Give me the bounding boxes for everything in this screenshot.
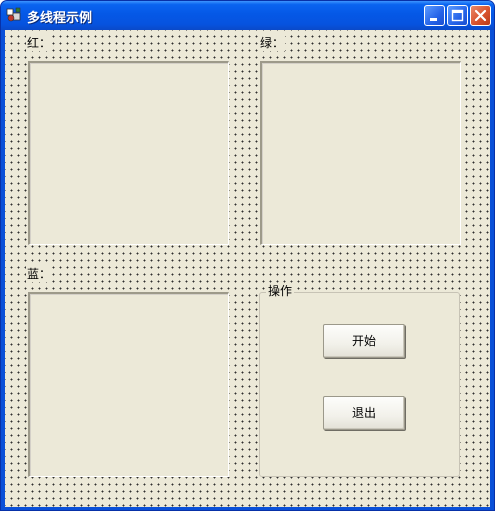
exit-button[interactable]: 退出 — [323, 396, 405, 430]
close-button[interactable] — [470, 5, 491, 26]
operations-group-title: 操作 — [266, 283, 295, 299]
close-icon — [474, 9, 487, 22]
main-window: 多线程示例 红： 绿： 蓝： 操作 开始 退出 — [0, 0, 495, 511]
blue-label: 蓝： — [26, 266, 53, 282]
form-client-area: 红： 绿： 蓝： 操作 开始 退出 — [5, 30, 490, 507]
app-icon[interactable] — [6, 7, 22, 23]
title-bar[interactable]: 多线程示例 — [1, 1, 494, 30]
red-label: 红： — [26, 35, 53, 51]
maximize-button[interactable] — [447, 5, 468, 26]
start-button[interactable]: 开始 — [323, 324, 405, 358]
green-label: 绿： — [259, 35, 286, 51]
minimize-icon — [430, 18, 437, 21]
minimize-button[interactable] — [424, 5, 445, 26]
blue-panel — [28, 292, 229, 477]
green-panel — [260, 61, 461, 245]
window-title: 多线程示例 — [27, 11, 93, 26]
operations-groupbox — [259, 292, 460, 477]
red-panel — [28, 61, 229, 245]
maximize-icon — [451, 9, 464, 22]
